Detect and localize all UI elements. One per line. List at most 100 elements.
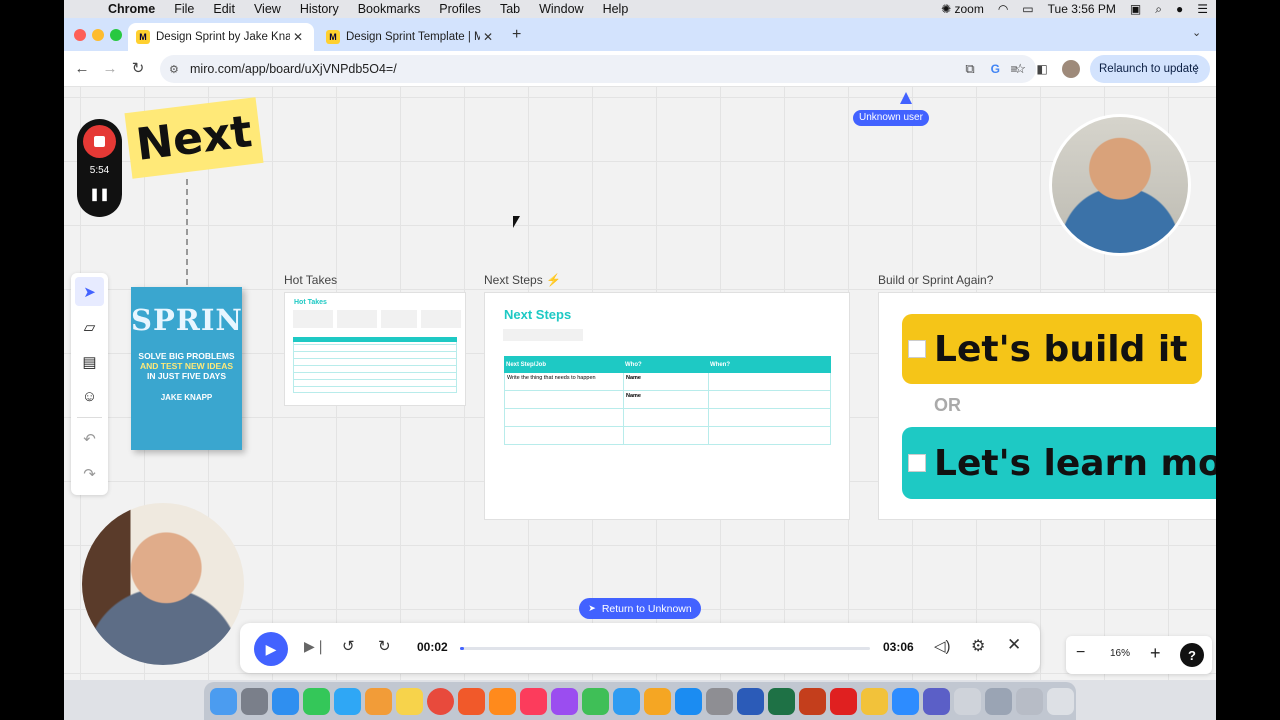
- screen-mirror-icon[interactable]: ▣: [1130, 2, 1141, 16]
- build-it-checkbox[interactable]: [908, 340, 926, 358]
- launchpad-icon[interactable]: [241, 687, 268, 715]
- podcasts-icon[interactable]: [551, 687, 578, 715]
- clock[interactable]: Tue 3:56 PM: [1048, 2, 1116, 16]
- settings-gear-icon[interactable]: ⚙: [971, 636, 985, 656]
- play-button[interactable]: ▶: [254, 632, 288, 666]
- next-sticker[interactable]: Next: [124, 97, 264, 179]
- sprint-book-cover[interactable]: SPRINT SOLVE BIG PROBLEMS AND TEST NEW I…: [131, 287, 242, 450]
- chrome-menu-icon[interactable]: ⋮: [1190, 62, 1202, 76]
- redo-icon[interactable]: ↷: [75, 459, 104, 488]
- system-settings-icon[interactable]: [706, 687, 733, 715]
- wifi-icon[interactable]: ◠: [998, 2, 1008, 16]
- battery-icon[interactable]: ▭: [1022, 2, 1033, 16]
- side-panel-icon[interactable]: ◧: [1032, 59, 1052, 79]
- extensions-icon[interactable]: ⧉: [960, 59, 980, 79]
- trash-icon[interactable]: [1047, 687, 1074, 715]
- sticky-note-tool-icon[interactable]: ▱: [75, 312, 104, 341]
- menu-tab[interactable]: Tab: [500, 2, 520, 16]
- zoom-icon[interactable]: [892, 687, 919, 715]
- reload-icon[interactable]: ↻: [128, 59, 148, 79]
- zoom-out-button[interactable]: −: [1076, 644, 1085, 662]
- tab-close-icon[interactable]: ✕: [480, 30, 496, 44]
- calculator-icon[interactable]: [954, 687, 981, 715]
- spotlight-search-icon[interactable]: ⌕: [1155, 2, 1162, 17]
- office-icon[interactable]: [861, 687, 888, 715]
- screenshot-icon[interactable]: [985, 687, 1012, 715]
- rewind-10-icon[interactable]: ↺: [342, 637, 355, 655]
- undo-icon[interactable]: ↶: [75, 424, 104, 453]
- learn-more-checkbox[interactable]: [908, 454, 926, 472]
- finder-icon[interactable]: [210, 687, 237, 715]
- site-info-icon[interactable]: ⚙: [169, 63, 179, 76]
- menu-edit[interactable]: Edit: [213, 2, 235, 16]
- word-icon[interactable]: [737, 687, 764, 715]
- keynote-icon[interactable]: [613, 687, 640, 715]
- maximize-window-icon[interactable]: [110, 29, 122, 41]
- menu-help[interactable]: Help: [603, 2, 629, 16]
- siri-icon[interactable]: ●: [1176, 2, 1183, 16]
- google-icon[interactable]: G: [991, 62, 1000, 76]
- photos-icon[interactable]: [365, 687, 392, 715]
- reaction-tool-icon[interactable]: ☺: [75, 382, 104, 411]
- teams-icon[interactable]: [923, 687, 950, 715]
- close-player-icon[interactable]: ✕: [1007, 635, 1021, 655]
- notes-icon[interactable]: [396, 687, 423, 715]
- zoom-in-button[interactable]: +: [1150, 643, 1161, 664]
- chrome-icon[interactable]: [427, 687, 454, 715]
- menu-app[interactable]: Chrome: [108, 2, 155, 16]
- menu-history[interactable]: History: [300, 2, 339, 16]
- volume-icon[interactable]: ◁): [934, 637, 951, 655]
- help-button[interactable]: ?: [1180, 643, 1204, 667]
- messages-icon[interactable]: [334, 687, 361, 715]
- tab-close-icon[interactable]: ✕: [290, 30, 306, 44]
- acrobat-icon[interactable]: [830, 687, 857, 715]
- profile-avatar[interactable]: [1062, 60, 1080, 78]
- app-store-icon[interactable]: [675, 687, 702, 715]
- stop-recording-button[interactable]: [83, 125, 116, 158]
- miro-board-canvas[interactable]: Unknown user Next 5:54 ❚❚ ➤ ▱ ▤ ☺ ↶ ↷ SP…: [64, 87, 1216, 680]
- menu-bookmarks[interactable]: Bookmarks: [358, 2, 421, 16]
- control-center-icon[interactable]: ☰: [1197, 2, 1208, 16]
- relaunch-button[interactable]: Relaunch to update ⋮: [1090, 55, 1210, 83]
- forward-10-icon[interactable]: ↻: [378, 637, 391, 655]
- facetime-icon[interactable]: [303, 687, 330, 715]
- downloads-icon[interactable]: [1016, 687, 1043, 715]
- back-icon[interactable]: ←: [72, 59, 92, 79]
- hot-takes-frame-label[interactable]: Hot Takes: [284, 273, 337, 287]
- next-steps-frame-label[interactable]: Next Steps ⚡: [484, 273, 561, 287]
- zoom-status-icon[interactable]: ✺ zoom: [941, 2, 984, 16]
- numbers-icon[interactable]: [582, 687, 609, 715]
- menu-view[interactable]: View: [254, 2, 281, 16]
- minimize-window-icon[interactable]: [92, 29, 104, 41]
- new-tab-button[interactable]: +: [512, 26, 521, 44]
- tab-design-sprint[interactable]: M Design Sprint by Jake Knapp ✕: [128, 23, 314, 51]
- tab-search-icon[interactable]: ⌄: [1192, 26, 1201, 39]
- media-control-icon[interactable]: ≡: [1004, 59, 1024, 79]
- close-window-icon[interactable]: [74, 29, 86, 41]
- pages-icon[interactable]: [644, 687, 671, 715]
- progress-track[interactable]: [460, 647, 870, 650]
- menu-window[interactable]: Window: [539, 2, 583, 16]
- pause-recording-icon[interactable]: ❚❚: [77, 187, 122, 201]
- skip-next-icon[interactable]: ▶❘: [304, 638, 327, 655]
- powerpoint-icon[interactable]: [799, 687, 826, 715]
- zoom-level[interactable]: 16%: [1110, 648, 1130, 659]
- firefox-icon[interactable]: [489, 687, 516, 715]
- select-tool-icon[interactable]: ➤: [75, 277, 104, 306]
- safari-icon[interactable]: [272, 687, 299, 715]
- music-icon[interactable]: [520, 687, 547, 715]
- learn-more-option[interactable]: Let's learn mo: [902, 427, 1216, 499]
- forward-icon[interactable]: →: [100, 59, 120, 79]
- comment-tool-icon[interactable]: ▤: [75, 347, 104, 376]
- next-steps-frame[interactable]: Next Steps Next Step/Job Who? When? Writ…: [484, 292, 850, 520]
- build-or-sprint-frame[interactable]: Let's build it OR Let's learn mo: [878, 292, 1216, 520]
- return-to-unknown-button[interactable]: ➤ Return to Unknown: [579, 598, 701, 619]
- menu-file[interactable]: File: [174, 2, 194, 16]
- menu-profiles[interactable]: Profiles: [439, 2, 481, 16]
- address-bar[interactable]: ⚙ miro.com/app/board/uXjVNPdb5O4=/ G ☆: [160, 55, 1036, 83]
- build-or-sprint-frame-label[interactable]: Build or Sprint Again?: [878, 273, 993, 287]
- brave-icon[interactable]: [458, 687, 485, 715]
- hot-takes-frame[interactable]: Hot Takes: [284, 292, 466, 406]
- excel-icon[interactable]: [768, 687, 795, 715]
- tab-sprint-template[interactable]: M Design Sprint Template | Miro ✕: [318, 23, 504, 51]
